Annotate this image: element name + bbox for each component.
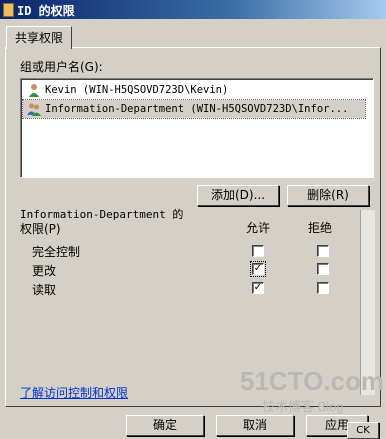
remove-button[interactable]: 删除(R) [287,185,369,206]
change-allow-checkbox[interactable]: ✓ [250,261,266,277]
permission-name: 更改 [32,264,57,278]
title-bar[interactable]: ID 的权限 [0,0,386,19]
full-control-deny-checkbox[interactable] [317,245,329,257]
group-section-label: 组或用户名(G): [20,60,103,74]
list-item-information-department[interactable]: Information-Department (WIN-H5QSOVD723D\… [22,99,366,119]
ok-button[interactable]: 确定 [126,415,204,436]
read-allow-checkbox[interactable]: ✓ [252,282,264,294]
access-control-help-link[interactable]: 了解访问控制和权限 [20,384,128,401]
partial-button[interactable]: CK [347,422,379,439]
user-icon [29,84,39,97]
permissions-title-line2: 权限(P) [20,222,61,236]
watermark-subtext: 技术博客 Blog [262,399,344,414]
watermark-logo: 51CTO.com [240,366,385,396]
tab-share-permissions[interactable]: 共享权限 [6,26,72,49]
allow-column-header: 允许 [246,221,271,235]
window-title: ID 的权限 [17,4,75,18]
add-button[interactable]: 添加(D)... [197,185,279,206]
list-item-label: Kevin (WIN-H5QSOVD723D\Kevin) [45,84,229,96]
list-item-label: Information-Department (WIN-H5QSOVD723D\… [45,103,349,115]
permission-name: 完全控制 [32,245,81,259]
cancel-button[interactable]: 取消 [216,415,294,436]
read-deny-checkbox[interactable] [317,282,329,294]
permission-name: 读取 [32,283,57,297]
deny-column-header: 拒绝 [308,221,333,235]
group-icon [27,103,41,116]
folder-icon [3,3,14,17]
full-control-allow-checkbox[interactable] [252,245,264,257]
change-deny-checkbox[interactable] [317,263,329,275]
user-listbox[interactable]: Kevin (WIN-H5QSOVD723D\Kevin) Informatio… [20,78,374,178]
